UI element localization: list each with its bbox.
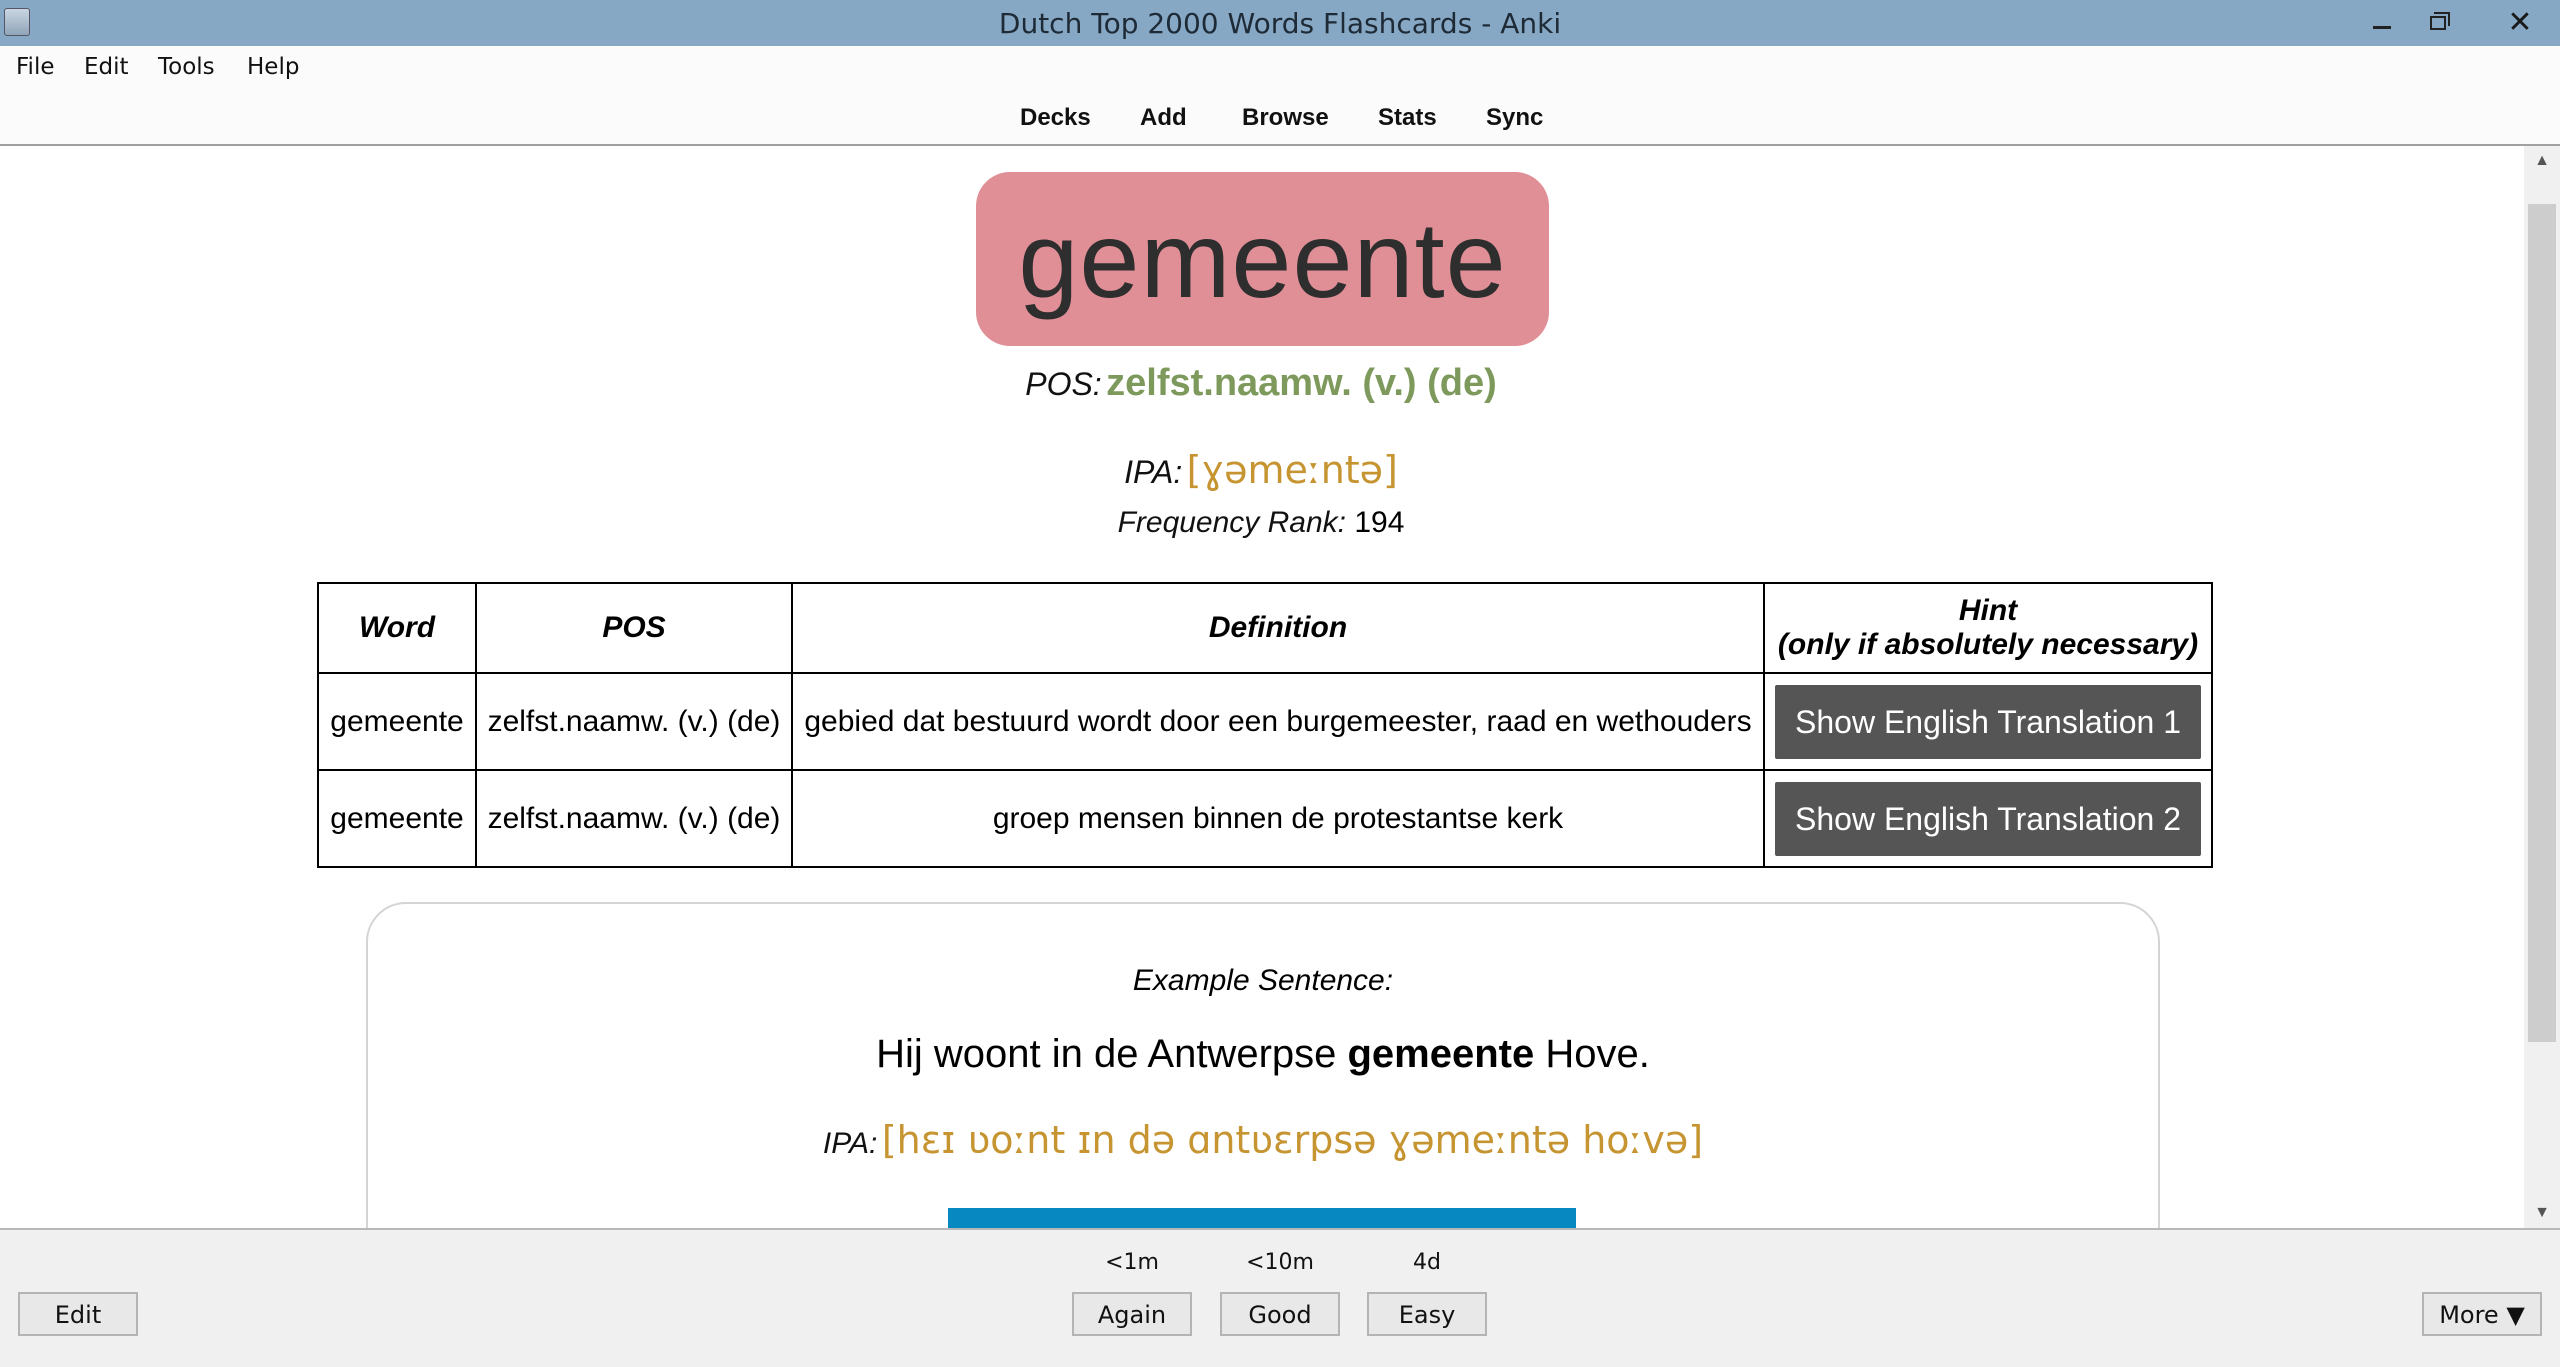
frequency-label: Frequency Rank:	[1117, 506, 1347, 539]
show-translation-2-button[interactable]: Show English Translation 2	[1775, 781, 2201, 856]
ipa-label: IPA:	[1124, 454, 1183, 490]
scrollbar-thumb[interactable]	[2528, 204, 2556, 1042]
example-before: Hij woont in de Antwerpse	[876, 1032, 1348, 1076]
toolbar-stats[interactable]: Stats	[1378, 88, 1437, 144]
card-view: gemeente POS: zelfst.naamw. (v.) (de) IP…	[0, 146, 2522, 1228]
row-word: gemeente	[317, 769, 477, 868]
pos-value: zelfst.naamw. (v.) (de)	[1106, 362, 1497, 404]
table-row: gemeente zelfst.naamw. (v.) (de) groep m…	[317, 769, 2213, 868]
word-highlight: gemeente	[976, 172, 1549, 346]
header-hint-title: Hint	[1958, 594, 2018, 627]
again-interval: <1m	[1105, 1250, 1159, 1275]
window-title: Dutch Top 2000 Words Flashcards - Anki	[998, 6, 1562, 40]
header-word: Word	[317, 582, 477, 674]
easy-button[interactable]: Easy	[1367, 1292, 1487, 1336]
table-header-row: Word POS Definition Hint (only if absolu…	[317, 582, 2213, 674]
audio-player-bar[interactable]	[948, 1208, 1576, 1228]
pos-line: POS: zelfst.naamw. (v.) (de)	[0, 362, 2522, 405]
easy-interval: 4d	[1413, 1250, 1441, 1275]
ipa-value: [ɣəmeːntə]	[1186, 448, 1398, 492]
menu-tools[interactable]: Tools	[158, 46, 215, 88]
example-ipa-line: IPA: [hɛɪ ʋoːnt ɪn də ɑntʋɛrpsə ɣəmeːntə…	[368, 1118, 2158, 1162]
example-sentence: Hij woont in de Antwerpse gemeente Hove.	[368, 1032, 2158, 1077]
maximize-button[interactable]	[2412, 0, 2464, 46]
table-row: gemeente zelfst.naamw. (v.) (de) gebied …	[317, 672, 2213, 771]
scroll-down-icon[interactable]: ▼	[2524, 1198, 2560, 1228]
definitions-table: Word POS Definition Hint (only if absolu…	[317, 582, 2213, 868]
menu-file[interactable]: File	[16, 46, 55, 88]
menu-help[interactable]: Help	[247, 46, 299, 88]
example-after: Hove.	[1534, 1032, 1650, 1076]
menu-bar: File Edit Tools Help	[0, 46, 2560, 88]
row-pos: zelfst.naamw. (v.) (de)	[475, 672, 793, 771]
scroll-up-icon[interactable]: ▲	[2524, 146, 2560, 176]
edit-button[interactable]: Edit	[18, 1292, 138, 1336]
minimize-button[interactable]	[2356, 0, 2408, 46]
good-interval: <10m	[1246, 1250, 1314, 1275]
example-bold-word: gemeente	[1347, 1032, 1535, 1076]
toolbar-sync[interactable]: Sync	[1486, 88, 1543, 144]
header-hint: Hint (only if absolutely necessary)	[1763, 582, 2213, 674]
pos-label: POS:	[1025, 366, 1102, 402]
good-button[interactable]: Good	[1220, 1292, 1340, 1336]
title-bar: Dutch Top 2000 Words Flashcards - Anki ✕	[0, 0, 2560, 46]
toolbar-add[interactable]: Add	[1140, 88, 1187, 144]
header-pos: POS	[475, 582, 793, 674]
toolbar-browse[interactable]: Browse	[1242, 88, 1329, 144]
row-pos: zelfst.naamw. (v.) (de)	[475, 769, 793, 868]
main-toolbar: Decks Add Browse Stats Sync	[0, 88, 2560, 146]
row-definition: gebied dat bestuurd wordt door een burge…	[791, 672, 1765, 771]
card-word: gemeente	[1018, 198, 1507, 320]
anki-app-icon[interactable]	[4, 8, 30, 36]
frequency-line: Frequency Rank: 194	[0, 506, 2522, 540]
close-icon: ✕	[2507, 5, 2533, 40]
example-label: Example Sentence:	[1132, 964, 1394, 997]
example-sentence-card: Example Sentence: Hij woont in de Antwer…	[366, 902, 2160, 1228]
more-button[interactable]: More ▼	[2422, 1292, 2542, 1336]
example-ipa-value: [hɛɪ ʋoːnt ɪn də ɑntʋɛrpsə ɣəmeːntə hoːv…	[881, 1118, 1704, 1162]
row-word: gemeente	[317, 672, 477, 771]
close-button[interactable]: ✕	[2480, 0, 2560, 46]
restore-icon	[2430, 12, 2450, 30]
show-translation-1-button[interactable]: Show English Translation 1	[1775, 684, 2201, 759]
row-definition: groep mensen binnen de protestantse kerk	[791, 769, 1765, 868]
answer-bar: Edit <1m <10m 4d Again Good Easy More ▼	[0, 1228, 2560, 1367]
again-button[interactable]: Again	[1072, 1292, 1192, 1336]
example-ipa-label: IPA:	[822, 1127, 878, 1160]
minimize-icon	[2373, 25, 2391, 29]
row-hint-cell: Show English Translation 1	[1763, 672, 2213, 771]
vertical-scrollbar[interactable]: ▲ ▼	[2524, 146, 2560, 1228]
header-hint-note: (only if absolutely necessary)	[1777, 628, 2199, 661]
row-hint-cell: Show English Translation 2	[1763, 769, 2213, 868]
header-definition: Definition	[791, 582, 1765, 674]
menu-edit[interactable]: Edit	[84, 46, 129, 88]
ipa-line: IPA: [ɣəmeːntə]	[0, 448, 2522, 492]
frequency-value: 194	[1354, 506, 1405, 539]
toolbar-decks[interactable]: Decks	[1020, 88, 1091, 144]
